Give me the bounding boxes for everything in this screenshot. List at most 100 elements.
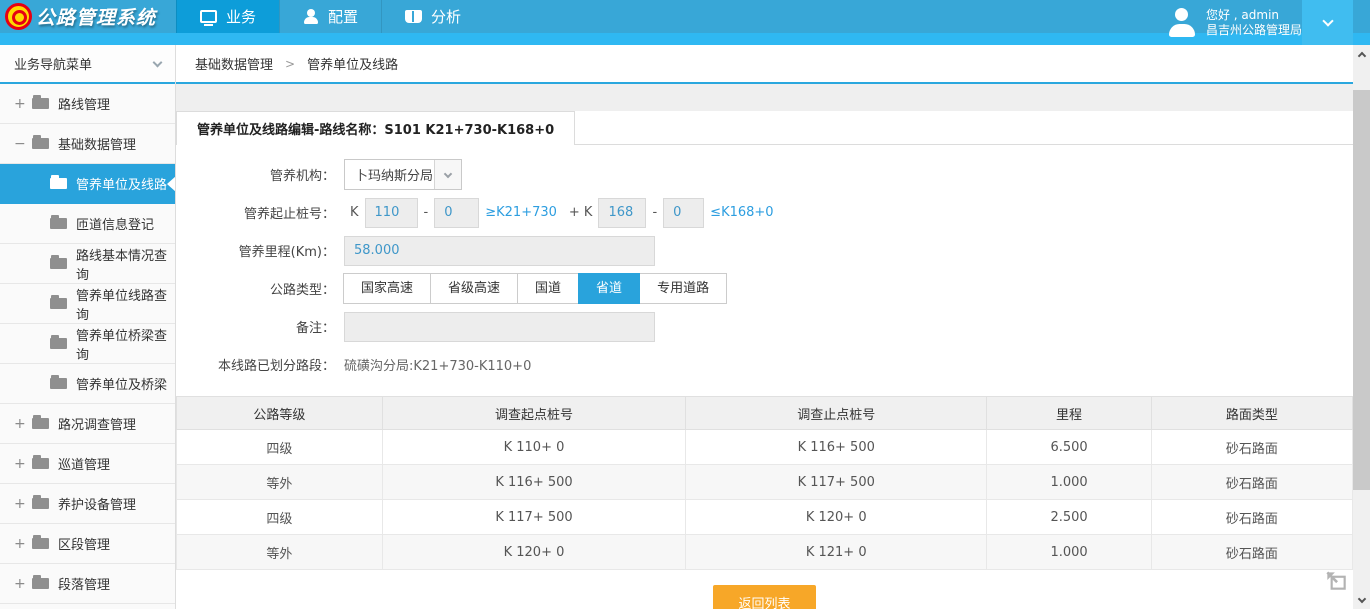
folder-icon [32,138,49,149]
table-row: 四级 K 117+ 500 K 120+ 0 2.500 砂石路面 [177,500,1353,535]
road-type-button[interactable]: 国道 [517,273,579,304]
top-nav-tab[interactable]: 配置 [279,0,381,33]
top-nav-tab[interactable]: 分析 [381,0,484,33]
cell-grade: 等外 [177,535,383,570]
cell-end-stake: K 116+ 500 [686,430,987,465]
folder-icon [32,458,49,469]
road-type-button[interactable]: 国家高速 [343,273,431,304]
cell-grade: 四级 [177,500,383,535]
divided-value: 硫磺沟分局:K21+730-K110+0 [344,355,531,374]
sidebar-item[interactable]: + 养护设备管理 [0,484,175,524]
cell-surface: 砂石路面 [1151,500,1352,535]
stake-start-km-input[interactable] [365,198,418,228]
logo-icon [5,3,32,30]
table-column-header: 调查止点桩号 [686,397,987,430]
sidebar-item[interactable]: − 基础数据管理 [0,124,175,164]
stake-min-hint: ≥K21+730 [485,205,557,220]
chevron-down-icon [1322,15,1333,26]
sidebar-header[interactable]: 业务导航菜单 [0,45,175,84]
table-row: 四级 K 110+ 0 K 116+ 500 6.500 砂石路面 [177,430,1353,465]
cell-end-stake: K 117+ 500 [686,465,987,500]
road-type-button[interactable]: 专用道路 [639,273,727,304]
back-to-list-button[interactable]: 返回列表 [713,585,815,609]
expand-toggle-icon[interactable]: + [14,536,30,552]
folder-icon [32,538,49,549]
road-type-button[interactable]: 省道 [578,273,640,304]
sidebar-menu: + 路线管理 − 基础数据管理 管养单位及线路 匝道信息登记 [0,84,175,604]
sidebar-item[interactable]: 管养单位及线路 [0,164,175,204]
cell-grade: 四级 [177,430,383,465]
sidebar-item[interactable]: + 段落管理 [0,564,175,604]
org-select[interactable]: 卜玛纳斯分局 [344,159,462,190]
scrollbar-thumb[interactable] [1353,90,1370,490]
sidebar: 业务导航菜单 + 路线管理 − 基础数据管理 管养单位及线路 [0,45,176,609]
cell-surface: 砂石路面 [1151,535,1352,570]
popout-icon[interactable] [1323,567,1349,593]
cell-grade: 等外 [177,465,383,500]
folder-icon [32,418,49,429]
road-type-button[interactable]: 省级高速 [430,273,518,304]
sidebar-item[interactable]: 路线基本情况查询 [0,244,175,284]
select-caret[interactable] [434,160,461,189]
sidebar-item[interactable]: 管养单位及桥梁 [0,364,175,404]
vertical-scrollbar[interactable] [1353,45,1370,609]
user-avatar-icon [1167,8,1197,38]
expand-toggle-icon[interactable]: − [14,136,30,152]
chevron-down-icon [444,169,452,177]
scroll-down-button[interactable] [1353,591,1370,609]
stake-k-prefix: K [350,205,359,220]
sidebar-item[interactable]: 管养单位桥梁查询 [0,324,175,364]
sidebar-item[interactable]: + 巡道管理 [0,444,175,484]
folder-icon [32,98,49,109]
top-nav-tab[interactable]: 业务 [176,0,279,33]
sidebar-item[interactable]: 管养单位线路查询 [0,284,175,324]
cell-mileage: 1.000 [987,465,1152,500]
edit-tab-row: 管养单位及线路编辑-路线名称：S101 K21+730-K168+0 [176,111,1353,145]
folder-icon [32,578,49,589]
stake-end-km-input[interactable] [598,198,646,228]
nav-tab-label: 分析 [431,6,461,27]
expand-toggle-icon[interactable]: + [14,96,30,112]
stake-start-m-input[interactable] [434,198,479,228]
expand-toggle-icon[interactable]: + [14,416,30,432]
expand-toggle-icon[interactable]: + [14,576,30,592]
app-header: 公路管理系统 业务 配置 分析 您好 , admin 昌吉州公路管理局 [0,0,1370,45]
monitor-icon [200,10,217,23]
expand-toggle-icon[interactable]: + [14,496,30,512]
sidebar-item[interactable]: + 区段管理 [0,524,175,564]
content-card: 管养单位及线路编辑-路线名称：S101 K21+730-K168+0 管养机构：… [176,111,1353,609]
sidebar-item[interactable]: + 路况调查管理 [0,404,175,444]
user-menu-toggle[interactable] [1302,0,1353,45]
expand-toggle-icon[interactable]: + [14,456,30,472]
sidebar-item-label: 管养单位及线路 [76,174,167,193]
scroll-up-button[interactable] [1353,45,1370,63]
sidebar-item[interactable]: + 路线管理 [0,84,175,124]
mileage-label: 管养里程(Km)： [176,241,344,260]
divided-label: 本线路已划分路段： [176,355,344,374]
top-nav: 业务 配置 分析 [176,0,484,33]
stake-end-m-input[interactable] [663,198,704,228]
cell-end-stake: K 120+ 0 [686,500,987,535]
table-column-header: 公路等级 [177,397,383,430]
edit-tab[interactable]: 管养单位及线路编辑-路线名称：S101 K21+730-K168+0 [176,111,575,145]
cell-end-stake: K 121+ 0 [686,535,987,570]
cell-start-stake: K 120+ 0 [382,535,685,570]
user-menu[interactable]: 您好 , admin 昌吉州公路管理局 [1167,0,1302,45]
user-greeting: 您好 , admin [1206,8,1302,23]
sidebar-title: 业务导航菜单 [14,54,92,73]
user-org: 昌吉州公路管理局 [1206,23,1302,38]
mileage-input[interactable] [344,236,655,266]
remark-input[interactable] [344,312,655,342]
segments-table: 公路等级调查起点桩号调查止点桩号里程路面类型 四级 K 110+ 0 K 116… [176,396,1353,570]
road-type-label: 公路类型： [176,279,344,298]
cell-surface: 砂石路面 [1151,465,1352,500]
sidebar-item-label: 路况调查管理 [58,414,136,433]
table-header-row: 公路等级调查起点桩号调查止点桩号里程路面类型 [177,397,1353,430]
edit-form: 管养机构： 卜玛纳斯分局 管养起止桩号： K - ≥K21+730 + K - [176,145,1353,380]
user-icon [303,9,319,24]
nav-tab-label: 配置 [328,6,358,27]
app-logo: 公路管理系统 [0,0,176,33]
sidebar-item[interactable]: 匝道信息登记 [0,204,175,244]
breadcrumb-parent[interactable]: 基础数据管理 [195,54,273,73]
main-area: 基础数据管理 > 管养单位及线路 管养单位及线路编辑-路线名称：S101 K21… [176,45,1353,609]
